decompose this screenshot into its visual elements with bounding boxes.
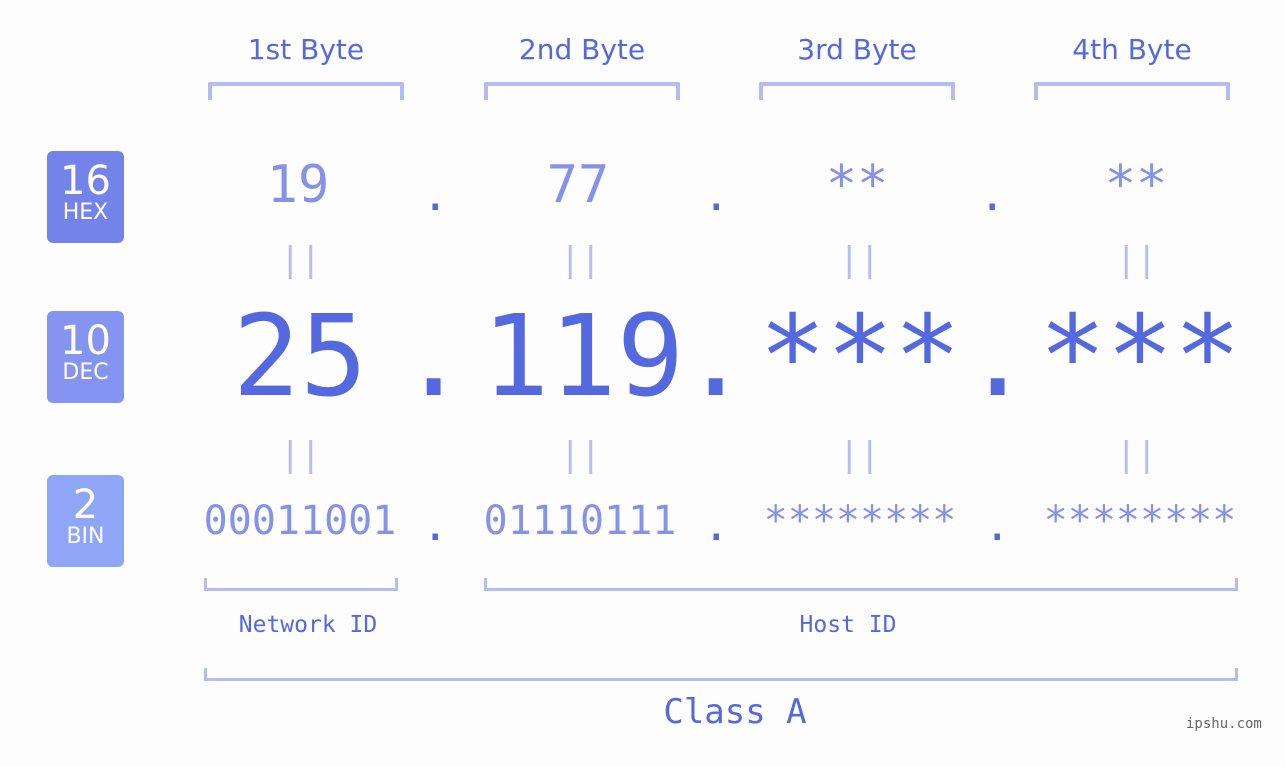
watermark: ipshu.com bbox=[1186, 716, 1262, 732]
equals-dec-bin-3: || bbox=[839, 435, 880, 475]
dec-byte-4: *** bbox=[1038, 292, 1242, 422]
class-bracket bbox=[204, 668, 1238, 681]
byte-header-2: 2nd Byte bbox=[518, 33, 646, 66]
byte-bracket-1 bbox=[208, 82, 404, 100]
byte-bracket-4 bbox=[1034, 82, 1230, 100]
equals-hex-dec-4: || bbox=[1116, 240, 1157, 280]
network-id-label: Network ID bbox=[238, 612, 378, 638]
equals-hex-dec-1: || bbox=[280, 240, 321, 280]
dec-byte-1: 25 bbox=[232, 292, 368, 422]
equals-hex-dec-3: || bbox=[839, 240, 880, 280]
dec-byte-2: 119 bbox=[481, 292, 685, 422]
dec-byte-3: *** bbox=[758, 292, 962, 422]
byte-header-1: 1st Byte bbox=[247, 33, 365, 66]
equals-hex-dec-2: || bbox=[560, 240, 601, 280]
bin-dot-2: . bbox=[703, 500, 730, 551]
dec-dot-3: . bbox=[964, 292, 1032, 422]
byte-header-3: 3rd Byte bbox=[797, 33, 917, 66]
byte-header-4: 4th Byte bbox=[1072, 33, 1192, 66]
byte-bracket-3 bbox=[759, 82, 955, 100]
dec-dot-2: . bbox=[682, 292, 750, 422]
host-id-bracket bbox=[484, 578, 1238, 591]
hex-dot-1: . bbox=[422, 170, 449, 221]
equals-dec-bin-2: || bbox=[560, 435, 601, 475]
hex-badge: 16 HEX bbox=[47, 151, 124, 243]
bin-byte-3: ******** bbox=[763, 498, 957, 544]
byte-bracket-2 bbox=[484, 82, 680, 100]
hex-dot-2: . bbox=[703, 170, 730, 221]
bin-byte-2: 01110111 bbox=[483, 498, 677, 544]
bin-dot-1: . bbox=[422, 500, 449, 551]
bin-base-number: 2 bbox=[72, 482, 99, 528]
class-label: Class A bbox=[663, 692, 807, 732]
bin-byte-4: ******** bbox=[1043, 498, 1237, 544]
hex-byte-1: 19 bbox=[266, 155, 330, 215]
host-id-label: Host ID bbox=[799, 612, 897, 638]
bin-byte-1: 00011001 bbox=[203, 498, 397, 544]
hex-byte-2: 77 bbox=[546, 155, 610, 215]
bin-dot-3: . bbox=[984, 500, 1011, 551]
hex-byte-3: ** bbox=[825, 155, 889, 215]
bin-badge: 2 BIN bbox=[47, 475, 124, 567]
hex-dot-3: . bbox=[979, 170, 1006, 221]
bin-base-label: BIN bbox=[66, 524, 105, 549]
dec-base-label: DEC bbox=[62, 360, 109, 385]
equals-dec-bin-1: || bbox=[280, 435, 321, 475]
hex-base-label: HEX bbox=[62, 200, 109, 225]
hex-base-number: 16 bbox=[60, 158, 111, 204]
network-id-bracket bbox=[204, 578, 398, 591]
equals-dec-bin-4: || bbox=[1116, 435, 1157, 475]
hex-byte-4: ** bbox=[1104, 155, 1168, 215]
dec-dot-1: . bbox=[400, 292, 468, 422]
dec-base-number: 10 bbox=[60, 318, 111, 364]
dec-badge: 10 DEC bbox=[47, 311, 124, 403]
